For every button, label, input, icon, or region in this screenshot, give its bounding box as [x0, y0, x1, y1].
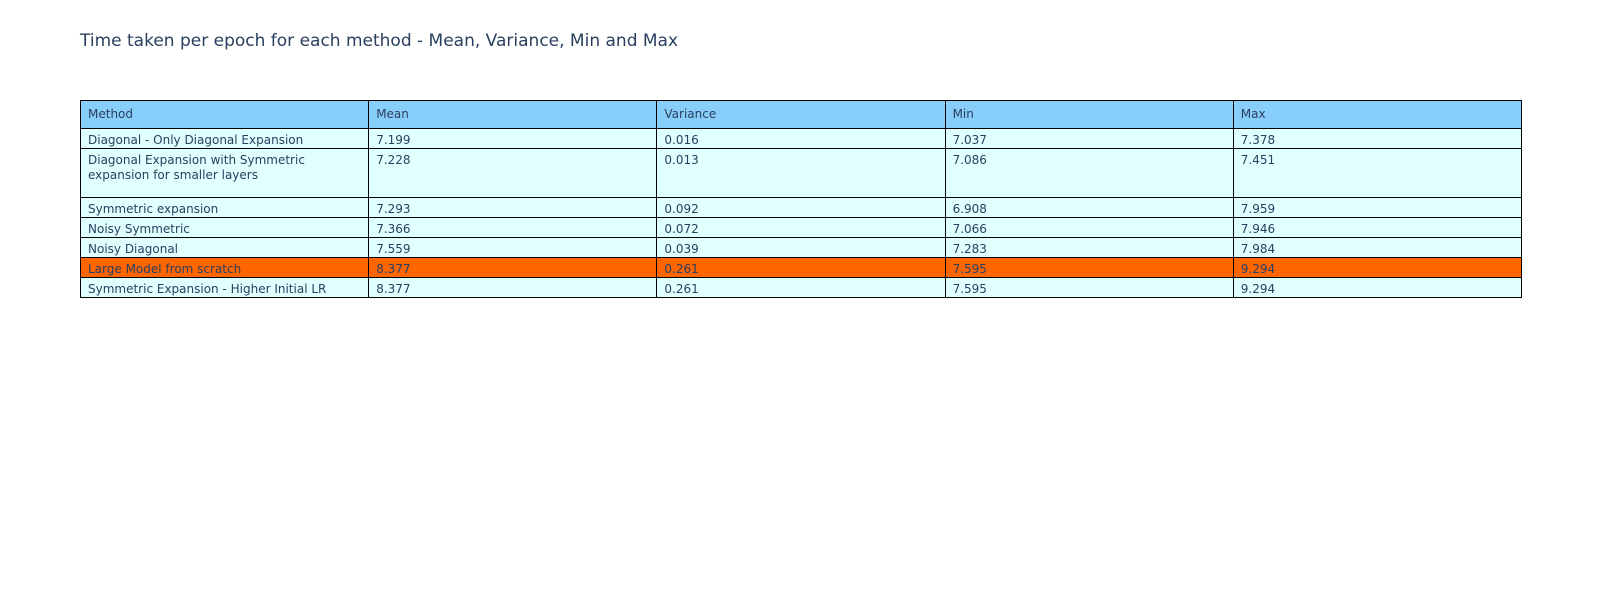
data-table: Method Mean Variance Min Max Diagonal - …	[79, 100, 1523, 298]
table-row: Noisy Diagonal 7.559 0.039 7.283 7.984	[79, 237, 1523, 258]
header-max: Max	[1232, 100, 1523, 129]
chart-title: Time taken per epoch for each method - M…	[80, 31, 679, 51]
cell-min: 7.037	[944, 128, 1234, 149]
header-min: Min	[944, 100, 1234, 129]
table-row: Noisy Symmetric 7.366 0.072 7.066 7.946	[79, 217, 1523, 238]
cell-max: 7.378	[1232, 128, 1523, 149]
cell-mean: 7.199	[368, 128, 658, 149]
cell-method: Noisy Diagonal	[79, 237, 370, 258]
cell-mean: 8.377	[368, 277, 658, 298]
table-row: Diagonal Expansion with Symmetric expans…	[79, 148, 1523, 198]
cell-max: 9.294	[1232, 277, 1523, 298]
table-header-row: Method Mean Variance Min Max	[79, 100, 1523, 129]
cell-min: 7.595	[944, 257, 1234, 278]
table-row: Symmetric expansion 7.293 0.092 6.908 7.…	[79, 197, 1523, 218]
cell-max: 7.451	[1232, 148, 1523, 198]
cell-method: Diagonal - Only Diagonal Expansion	[79, 128, 370, 149]
cell-min: 7.595	[944, 277, 1234, 298]
cell-max: 7.959	[1232, 197, 1523, 218]
cell-mean: 7.228	[368, 148, 658, 198]
cell-min: 7.283	[944, 237, 1234, 258]
cell-variance: 0.013	[656, 148, 946, 198]
cell-max: 7.984	[1232, 237, 1523, 258]
cell-variance: 0.092	[656, 197, 946, 218]
cell-max: 7.946	[1232, 217, 1523, 238]
header-method: Method	[79, 100, 370, 129]
header-variance: Variance	[656, 100, 946, 129]
table-row-highlighted: Large Model from scratch 8.377 0.261 7.5…	[79, 257, 1523, 278]
cell-method: Noisy Symmetric	[79, 217, 370, 238]
cell-method: Diagonal Expansion with Symmetric expans…	[79, 148, 370, 198]
cell-min: 7.086	[944, 148, 1234, 198]
cell-max: 9.294	[1232, 257, 1523, 278]
header-mean: Mean	[368, 100, 658, 129]
cell-variance: 0.261	[656, 277, 946, 298]
cell-variance: 0.016	[656, 128, 946, 149]
cell-method: Symmetric Expansion - Higher Initial LR	[79, 277, 370, 298]
table-row: Symmetric Expansion - Higher Initial LR …	[79, 277, 1523, 298]
table-row: Diagonal - Only Diagonal Expansion 7.199…	[79, 128, 1523, 149]
cell-method: Symmetric expansion	[79, 197, 370, 218]
cell-mean: 7.293	[368, 197, 658, 218]
cell-variance: 0.039	[656, 237, 946, 258]
cell-method: Large Model from scratch	[79, 257, 370, 278]
cell-min: 6.908	[944, 197, 1234, 218]
cell-mean: 8.377	[368, 257, 658, 278]
cell-min: 7.066	[944, 217, 1234, 238]
cell-variance: 0.261	[656, 257, 946, 278]
cell-mean: 7.559	[368, 237, 658, 258]
cell-mean: 7.366	[368, 217, 658, 238]
cell-variance: 0.072	[656, 217, 946, 238]
